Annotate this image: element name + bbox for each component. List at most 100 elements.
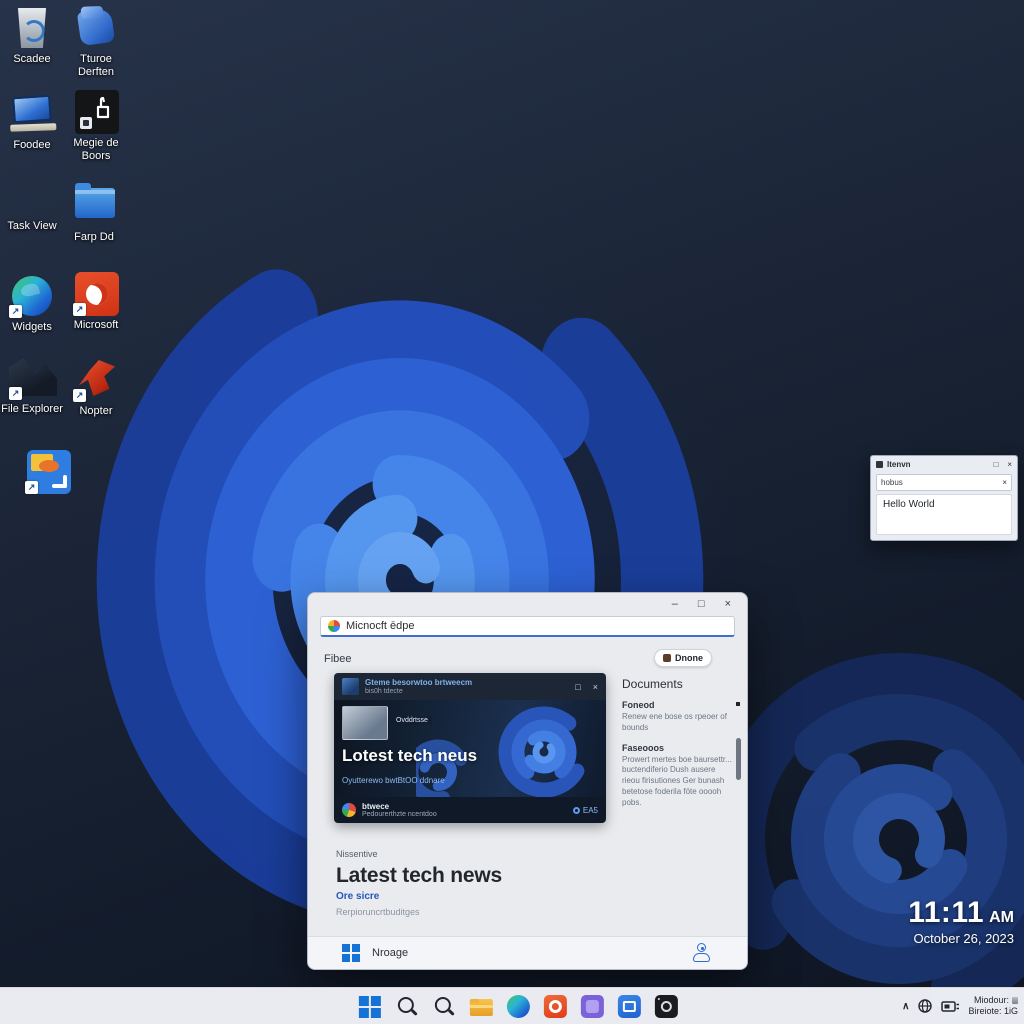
document-entry-title: Foneod <box>622 700 734 710</box>
edge-swirl-icon: ↗ <box>9 274 55 318</box>
desktop-icon-label: Microsoft <box>74 319 119 332</box>
news-card-footer: btwece Pedourerthzte ncentdoo EA5 <box>334 797 606 823</box>
edge-window: – □ × Micnocft ēdpe Fibee Dnone Gteme be… <box>307 592 748 970</box>
desktop-icon-widgets[interactable]: ↗ Widgets <box>0 274 64 334</box>
close-button[interactable]: × <box>1007 460 1012 469</box>
notepad-window: Itenvn □ × hobus × Hello World <box>870 455 1018 541</box>
maximize-button[interactable]: □ <box>993 460 998 469</box>
done-button[interactable]: Dnone <box>654 649 712 667</box>
desktop-icon-label: Megie de Boors <box>64 137 128 163</box>
address-bar[interactable]: Micnocft ēdpe <box>320 616 735 637</box>
story-link[interactable]: Ore sicre <box>336 891 502 902</box>
red-3d-shape-icon: ↗ <box>73 358 119 402</box>
clock-date: October 26, 2023 <box>908 931 1014 946</box>
notepad-text-area[interactable]: Hello World <box>876 494 1012 535</box>
desktop: Scadee Tturoe Derften Foodee Megie de Bo… <box>0 0 1024 1024</box>
desktop-icon-megie-de-boors[interactable]: Megie de Boors <box>64 90 128 163</box>
desktop-icon-file-explorer[interactable]: ↗ File Explorer <box>0 356 64 416</box>
desktop-icon-foodee[interactable]: Foodee <box>0 92 64 152</box>
news-card-thumbnail <box>342 706 388 740</box>
news-card-subtitle: bis0h tdecte <box>365 688 563 695</box>
desktop-clock: 11:11AM October 26, 2023 <box>908 896 1014 946</box>
search-icon[interactable] <box>396 995 419 1018</box>
news-card-title: Gteme besorwtoo brtweecm <box>365 678 563 688</box>
news-card-window: Gteme besorwtoo brtweecm bis0h tdecte □ … <box>334 673 606 823</box>
desktop-icon-microsoft[interactable]: ↗ Microsoft <box>64 272 128 332</box>
recycle-bin-icon <box>9 6 55 50</box>
documents-heading: Documents <box>622 677 734 691</box>
account-person-icon[interactable] <box>691 943 713 963</box>
news-card-image: Ovddrtsse Lotest tech neus Oyutterewo bw… <box>334 700 606 797</box>
story-kicker: Nissentive <box>336 849 502 859</box>
minimize-button[interactable]: – <box>672 599 678 610</box>
document-entry-body: Renew ene bose os rpeoer of bounds <box>622 712 734 734</box>
edge-browser-icon[interactable] <box>507 995 530 1018</box>
black-app-thumb-icon <box>73 90 119 134</box>
purple-app-icon[interactable] <box>581 995 604 1018</box>
desktop-icon-scadee[interactable]: Scadee <box>0 6 64 66</box>
story-headline: Latest tech news <box>336 864 502 888</box>
desktop-icon-label: Foodee <box>13 139 50 152</box>
desktop-icon-label: Scadee <box>13 53 50 66</box>
desktop-icon-task-view[interactable]: Task View <box>0 220 64 233</box>
maximize-button[interactable]: □ <box>698 599 705 610</box>
story-block: Nissentive Latest tech news Ore sicre Re… <box>336 849 502 917</box>
desktop-icon-farp-dd[interactable]: Farp Dd <box>62 184 126 244</box>
system-tray: ∧ Miodour: Bireiote: 1iG <box>902 988 1018 1024</box>
close-button[interactable]: × <box>725 599 731 610</box>
clock-time: 11:11 <box>908 896 984 929</box>
desktop-icon-tturoe-derften[interactable]: Tturoe Derften <box>64 6 128 79</box>
battery-device-icon[interactable] <box>941 999 960 1014</box>
desktop-icon-photos[interactable]: ↗ <box>16 450 80 494</box>
story-byline: Rerpioruncrtbuditges <box>336 907 502 917</box>
done-button-label: Dnone <box>675 653 703 663</box>
tray-status-line2: Bireiote: 1iG <box>968 1006 1018 1017</box>
news-card-badge[interactable]: EA5 <box>573 806 598 815</box>
file-explorer-icon[interactable] <box>470 999 493 1016</box>
edge-content: Fibee Dnone Gteme besorwtoo brtweecm bis… <box>308 639 747 936</box>
notepad-app-icon <box>876 461 883 468</box>
notepad-titlebar[interactable]: Itenvn □ × <box>871 456 1017 472</box>
desktop-icon-label: Nopter <box>79 405 112 418</box>
notepad-tab-label: hobus <box>881 478 997 487</box>
network-globe-icon[interactable] <box>917 998 933 1014</box>
red-app-icon[interactable] <box>544 995 567 1018</box>
desktop-icon-label: Tturoe Derften <box>64 53 128 79</box>
done-button-icon <box>663 654 671 662</box>
blue-device-icon <box>73 6 119 50</box>
windows-logo-icon <box>342 944 360 962</box>
close-button[interactable]: × <box>593 682 598 692</box>
shortcut-arrow-icon: ↗ <box>9 305 22 318</box>
folder-icon <box>71 184 117 228</box>
hidden-icons-chevron[interactable]: ∧ <box>902 1001 909 1012</box>
red-logo-app-icon: ↗ <box>73 272 119 316</box>
laptop-icon <box>9 92 55 136</box>
address-text: Micnocft ēdpe <box>346 620 414 632</box>
news-source-name: btwece <box>362 802 567 811</box>
shortcut-arrow-icon: ↗ <box>73 389 86 402</box>
section-label: Fibee <box>324 653 352 665</box>
camera-app-icon[interactable] <box>655 995 678 1018</box>
desktop-icon-nopter[interactable]: ↗ Nopter <box>64 358 128 418</box>
close-tab-button[interactable]: × <box>1002 478 1007 487</box>
news-card-titlebar[interactable]: Gteme besorwtoo brtweecm bis0h tdecte □ … <box>334 673 606 700</box>
document-entry-title: Faseooos <box>622 743 734 753</box>
edge-footer-bar: Nroage <box>308 936 747 969</box>
documents-panel: Documents Foneod Renew ene bose os rpeoe… <box>622 677 734 809</box>
scrollbar-thumb[interactable] <box>736 738 741 780</box>
site-favicon-icon <box>328 620 340 632</box>
news-source-icon <box>342 803 356 817</box>
taskbar: ∧ Miodour: Bireiote: 1iG <box>0 987 1024 1024</box>
tray-status-text[interactable]: Miodour: Bireiote: 1iG <box>968 995 1018 1018</box>
taskbar-center <box>359 988 678 1024</box>
notepad-tab[interactable]: hobus × <box>876 474 1012 491</box>
bullet-dot <box>736 702 740 706</box>
restore-button[interactable]: □ <box>575 682 580 692</box>
shortcut-arrow-icon: ↗ <box>25 481 38 494</box>
blue-app-icon[interactable] <box>618 995 641 1018</box>
edge-titlebar[interactable]: – □ × <box>308 593 747 616</box>
start-button[interactable] <box>359 995 382 1018</box>
news-card-link[interactable]: Oyutterewo bwtBtOO ddnare <box>342 776 445 785</box>
search-icon-2[interactable] <box>433 995 456 1018</box>
badge-dot-icon <box>573 807 580 814</box>
